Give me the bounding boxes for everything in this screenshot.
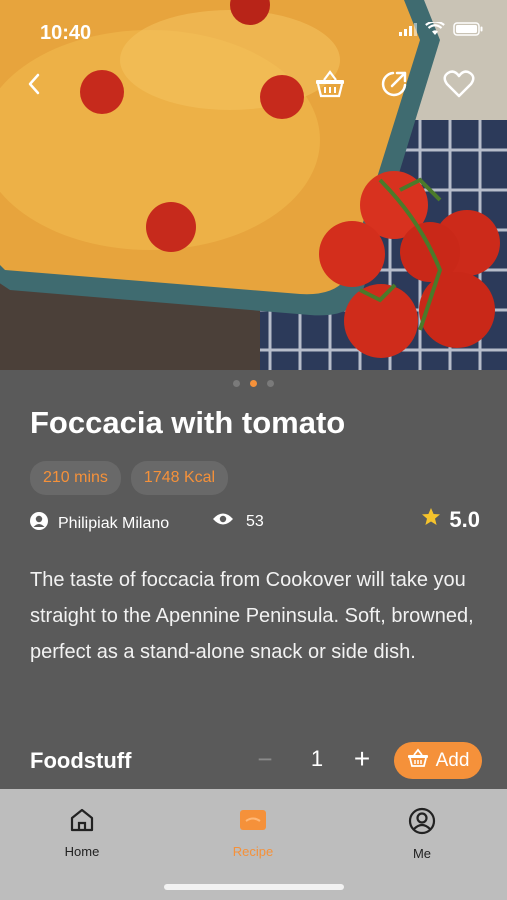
rating-value: 5.0	[449, 507, 480, 532]
decrement-button[interactable]: −	[252, 744, 278, 776]
recipe-details: Foccacia with tomato 210 mins 1748 Kcal …	[30, 400, 482, 779]
basket-icon	[407, 748, 429, 774]
share-button[interactable]	[374, 66, 414, 106]
author[interactable]: Philipiak Milano	[30, 512, 169, 535]
star-icon	[421, 507, 441, 533]
status-time: 10:40	[40, 22, 92, 44]
rating: 5.0	[421, 507, 480, 533]
user-icon	[30, 512, 48, 535]
status-bar: 10:40	[0, 0, 507, 64]
foodstuff-row: Foodstuff − 1 + Add	[30, 740, 482, 780]
foodstuff-title: Foodstuff	[30, 748, 132, 773]
basket-icon	[314, 69, 346, 103]
heart-icon	[443, 69, 475, 103]
recipe-icon	[239, 807, 267, 836]
eye-icon	[212, 512, 234, 531]
author-name: Philipiak Milano	[58, 514, 170, 532]
calories-tag: 1748 Kcal	[130, 461, 229, 495]
recipe-title: Foccacia with tomato	[30, 405, 346, 440]
profile-icon	[408, 807, 436, 838]
back-button[interactable]	[14, 66, 54, 106]
recipe-tags: 210 mins 1748 Kcal	[30, 461, 480, 495]
quantity-stepper: − 1 +	[252, 740, 382, 780]
views: 53	[212, 512, 264, 531]
time-tag: 210 mins	[30, 461, 121, 495]
carousel-dot-active[interactable]	[250, 380, 257, 387]
carousel-dot[interactable]	[267, 380, 274, 387]
home-indicator	[164, 884, 344, 890]
chevron-left-icon	[26, 72, 42, 101]
share-icon	[379, 69, 409, 104]
add-label: Add	[435, 749, 470, 771]
add-to-basket-button[interactable]: Add	[394, 742, 482, 779]
wifi-icon	[425, 20, 445, 41]
carousel-dot[interactable]	[233, 380, 240, 387]
carousel-indicator	[0, 380, 507, 387]
tab-me[interactable]: Me	[362, 807, 482, 861]
views-count: 53	[246, 512, 264, 530]
recipe-meta: Philipiak Milano 53 5.0	[30, 507, 480, 537]
signal-icon	[399, 22, 417, 41]
tab-home[interactable]: Home	[22, 807, 142, 859]
quantity-value: 1	[310, 746, 324, 771]
tab-recipe[interactable]: Recipe	[193, 807, 313, 859]
increment-button[interactable]: +	[349, 744, 375, 776]
cart-button[interactable]	[310, 66, 350, 106]
tab-home-label: Home	[64, 844, 100, 859]
tab-me-label: Me	[412, 846, 432, 861]
tab-recipe-label: Recipe	[232, 844, 274, 859]
favorite-button[interactable]	[439, 66, 479, 106]
battery-icon	[453, 22, 483, 41]
home-icon	[69, 807, 95, 836]
recipe-description: The taste of foccacia from Cookover will…	[30, 569, 474, 663]
